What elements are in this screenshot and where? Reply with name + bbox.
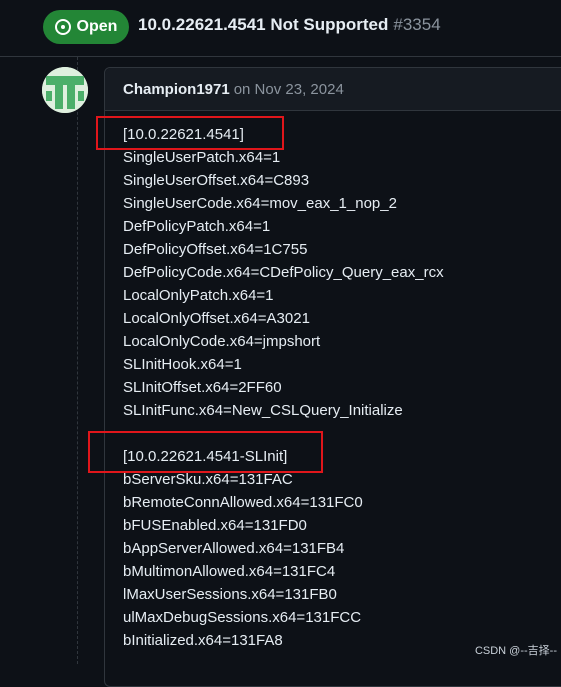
header-divider — [0, 56, 561, 57]
config-line: lMaxUserSessions.x64=131FB0 — [123, 586, 337, 603]
issue-number[interactable]: #3354 — [393, 15, 440, 34]
highlight-box — [88, 431, 323, 473]
issue-title-text: 10.0.22621.4541 Not Supported — [138, 15, 389, 34]
config-line: bInitialized.x64=131FA8 — [123, 632, 283, 649]
avatar[interactable] — [42, 67, 88, 113]
comment-header: Champion1971 on Nov 23, 2024 — [105, 68, 561, 111]
config-line: bServerSku.x64=131FAC — [123, 471, 293, 488]
config-line: LocalOnlyCode.x64=jmpshort — [123, 333, 321, 350]
comment-date[interactable]: on Nov 23, 2024 — [234, 81, 344, 98]
config-line: SLInitHook.x64=1 — [123, 356, 242, 373]
config-line: SingleUserPatch.x64=1 — [123, 149, 281, 166]
comment-box: Champion1971 on Nov 23, 2024 [10.0.22621.… — [104, 67, 561, 687]
config-line: SLInitOffset.x64=2FF60 — [123, 379, 282, 396]
config-line: ulMaxDebugSessions.x64=131FCC — [123, 609, 362, 626]
identicon-icon — [42, 67, 88, 113]
author-name[interactable]: Champion1971 — [123, 81, 230, 98]
config-line: bRemoteConnAllowed.x64=131FC0 — [123, 494, 363, 511]
config-line: DefPolicyPatch.x64=1 — [123, 218, 271, 235]
config-line: LocalOnlyOffset.x64=A3021 — [123, 310, 310, 327]
timeline-line — [77, 57, 80, 664]
config-line: bAppServerAllowed.x64=131FB4 — [123, 540, 345, 557]
config-line: SingleUserOffset.x64=C893 — [123, 172, 310, 189]
config-line: DefPolicyCode.x64=CDefPolicy_Query_eax_r… — [123, 264, 444, 281]
status-label: Open — [76, 18, 118, 35]
open-status-badge: Open — [43, 10, 129, 44]
comment-author-line: Champion1971 on Nov 23, 2024 — [123, 81, 344, 98]
issue-header: Open 10.0.22621.4541 Not Supported #3354 — [0, 0, 561, 56]
config-line: DefPolicyOffset.x64=1C755 — [123, 241, 308, 258]
watermark: CSDN @--吉择-- — [474, 645, 557, 657]
config-line: SingleUserCode.x64=mov_eax_1_nop_2 — [123, 195, 397, 212]
highlight-box — [96, 116, 284, 150]
config-line: bFUSEnabled.x64=131FD0 — [123, 517, 307, 534]
issue-opened-icon — [54, 19, 71, 35]
config-line: LocalOnlyPatch.x64=1 — [123, 287, 274, 304]
config-line: bMultimonAllowed.x64=131FC4 — [123, 563, 336, 580]
config-line: SLInitFunc.x64=New_CSLQuery_Initialize — [123, 402, 403, 419]
issue-title: 10.0.22621.4541 Not Supported #3354 — [138, 15, 441, 35]
